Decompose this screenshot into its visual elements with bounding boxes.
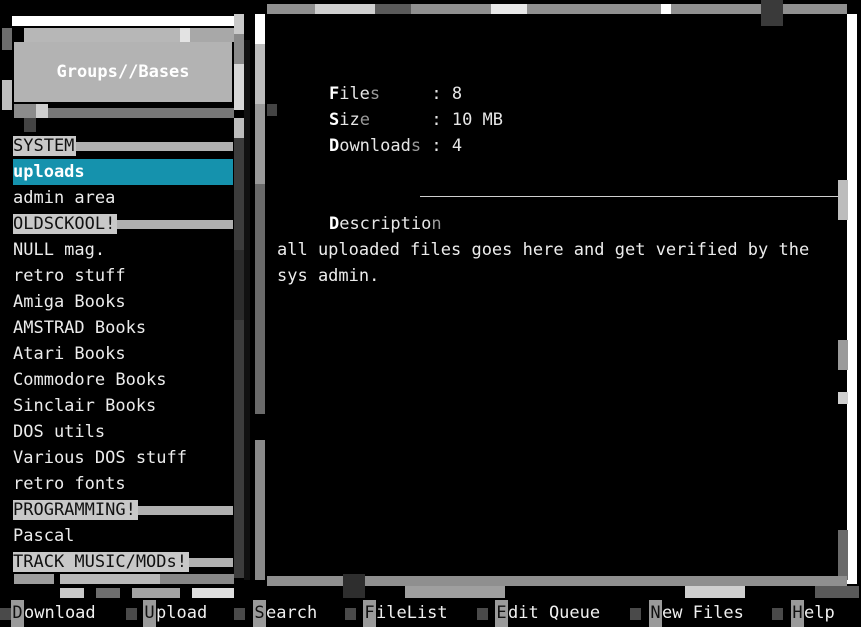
frame-block <box>2 80 12 110</box>
details-panel: Files : 8 Size : 10 MB Downloads : 4 Des… <box>255 0 861 600</box>
bar-gap <box>126 608 137 620</box>
description-header: Description <box>328 214 442 234</box>
groups-header: Groups//Bases <box>14 42 232 102</box>
group-item[interactable]: NULL mag. <box>13 237 233 263</box>
frame-gap <box>244 40 250 580</box>
frame-block <box>375 4 411 14</box>
frame-block <box>491 4 527 14</box>
new-files-command[interactable]: New Files <box>649 600 744 627</box>
frame-block <box>815 586 859 598</box>
frame-block <box>180 28 190 42</box>
frame-right-edge <box>234 138 244 578</box>
frame-block <box>234 64 244 110</box>
group-list[interactable]: SYSTEM uploads admin area OLDSCKOOL! NULL ma… <box>13 133 233 575</box>
frame-block <box>838 392 848 404</box>
frame-block <box>96 588 120 598</box>
frame-left-edge <box>2 118 12 578</box>
group-category: PROGRAMMING! <box>13 497 233 523</box>
group-item[interactable]: retro fonts <box>13 471 233 497</box>
frame-block <box>838 340 848 370</box>
frame-block <box>48 108 234 118</box>
frame-block <box>255 44 265 104</box>
group-item[interactable]: Pascal <box>13 523 233 549</box>
frame-block <box>255 104 265 184</box>
frame-block <box>60 588 84 598</box>
command-bar: Download Upload Search FileList Edit Que… <box>0 600 861 627</box>
group-item[interactable]: retro stuff <box>13 263 233 289</box>
size-row: Size : 10 MB <box>328 110 504 130</box>
frame-left <box>255 184 265 414</box>
group-item[interactable]: Atari Books <box>13 341 233 367</box>
downloads-row: Downloads : 4 <box>328 136 463 156</box>
group-item[interactable]: Commodore Books <box>13 367 233 393</box>
frame-block <box>190 28 234 42</box>
group-item-selected[interactable]: uploads <box>13 159 233 185</box>
group-item[interactable]: AMSTRAD Books <box>13 315 233 341</box>
frame-block <box>255 440 265 580</box>
frame-right <box>847 14 857 584</box>
bar-gap <box>477 608 488 620</box>
group-item[interactable]: admin area <box>13 185 233 211</box>
frame-block <box>14 104 36 118</box>
frame-block <box>838 530 848 580</box>
group-category: SYSTEM <box>13 133 233 159</box>
frame-top-left <box>0 0 250 16</box>
frame-block <box>315 4 375 14</box>
frame-top-white <box>12 16 234 26</box>
groups-panel: Groups//Bases SYSTEM uploads admin area OLD… <box>0 0 250 600</box>
bar-gap <box>345 608 356 620</box>
frame-block <box>132 588 180 598</box>
bar-gap <box>630 608 641 620</box>
group-item[interactable]: Amiga Books <box>13 289 233 315</box>
frame-block <box>192 588 234 598</box>
filelist-command[interactable]: FileList <box>363 600 448 627</box>
frame-block <box>761 0 783 26</box>
upload-command[interactable]: Upload <box>143 600 207 627</box>
bar-gap <box>0 608 11 620</box>
frame-block <box>838 180 848 220</box>
group-category: OLDSCKOOL! <box>13 211 233 237</box>
group-item[interactable]: Various DOS stuff <box>13 445 233 471</box>
frame-block <box>343 574 365 598</box>
frame-block <box>267 104 277 116</box>
frame-block <box>2 50 12 80</box>
frame-block <box>255 14 265 44</box>
description-divider <box>420 196 838 197</box>
group-item[interactable]: DOS utils <box>13 419 233 445</box>
group-item[interactable]: Sinclair Books <box>13 393 233 419</box>
downloads-value: : 4 <box>431 136 463 156</box>
download-command[interactable]: Download <box>11 600 96 627</box>
search-command[interactable]: Search <box>253 600 317 627</box>
edit-queue-command[interactable]: Edit Queue <box>495 600 600 627</box>
frame-block <box>160 574 234 584</box>
frame-block <box>12 586 48 598</box>
frame-block <box>685 586 745 598</box>
bar-gap <box>234 608 245 620</box>
description-text: all uploaded files goes here and get ver… <box>277 240 810 286</box>
frame-block <box>36 104 48 118</box>
frame-block <box>234 34 244 64</box>
downloads-hotkey: D <box>328 136 340 156</box>
frame-block <box>60 574 160 584</box>
frame-block <box>405 586 505 598</box>
frame-block <box>14 574 54 584</box>
frame-block <box>234 118 244 138</box>
files-row: Files : 8 <box>328 84 463 104</box>
frame-block <box>24 118 36 132</box>
bar-gap <box>772 608 783 620</box>
frame-block <box>661 4 671 14</box>
frame-block <box>24 28 180 42</box>
frame-block <box>234 250 244 320</box>
frame-block <box>2 28 12 50</box>
group-category: TRACK MUSIC/MODs! <box>13 549 233 575</box>
help-command[interactable]: Help <box>791 600 835 627</box>
frame-block <box>234 14 244 34</box>
